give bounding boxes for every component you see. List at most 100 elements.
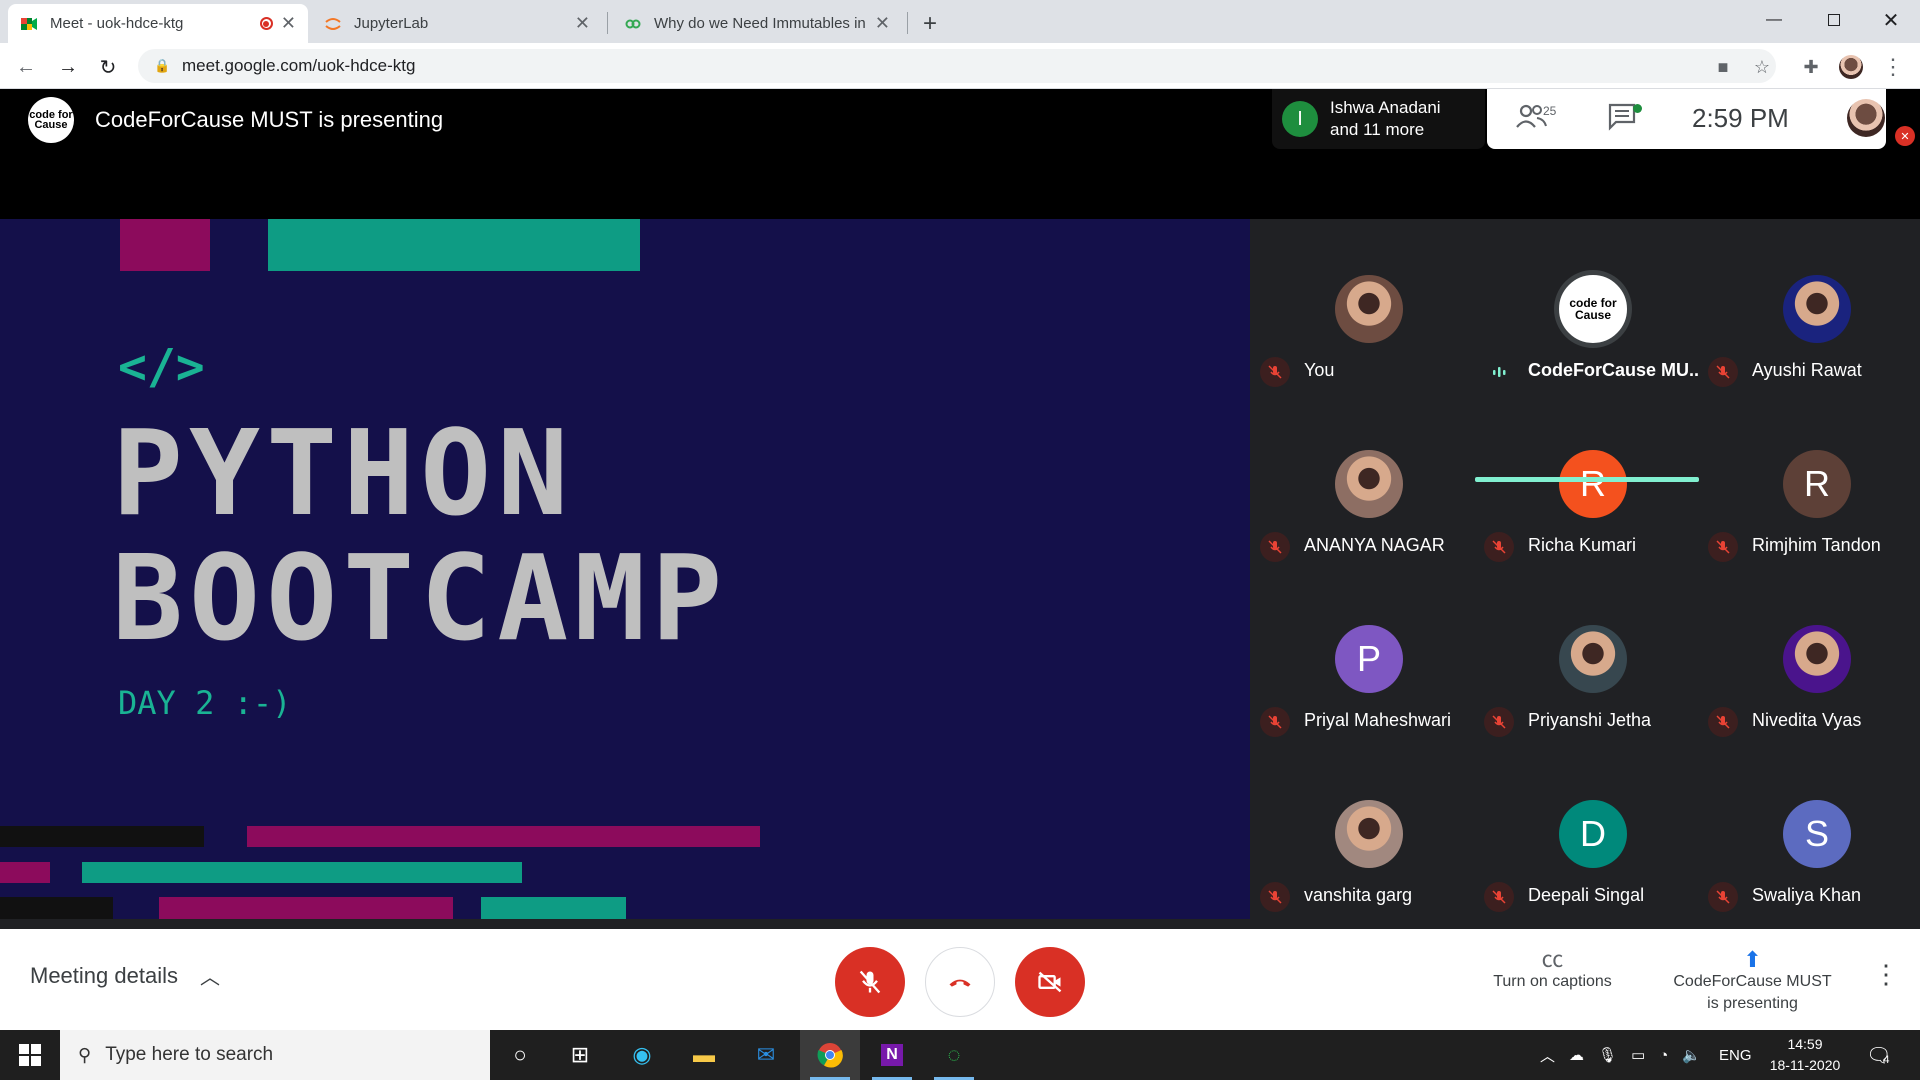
camera-toggle-button[interactable] xyxy=(1015,947,1085,1017)
star-icon[interactable]: ☆ xyxy=(1749,54,1775,80)
slide-subtitle: DAY 2 :-) xyxy=(118,684,292,722)
presenter-text: CodeForCause MUST is presenting xyxy=(95,107,444,132)
participant-tile[interactable]: P Priyal Maheshwari xyxy=(1252,569,1476,744)
notifications-icon[interactable]: 🗨 4 xyxy=(1866,1030,1891,1080)
volume-icon[interactable]: 🔈 xyxy=(1682,1046,1701,1064)
chevron-up-icon[interactable]: ︿ xyxy=(1540,1045,1555,1066)
url-text: meet.google.com/uok-hdce-ktg xyxy=(182,56,416,75)
avatar xyxy=(1335,800,1403,868)
close-icon[interactable]: ✕ xyxy=(281,13,296,34)
app-loading-icon[interactable]: ◌ xyxy=(924,1030,984,1080)
summary-line1: Ishwa Anadani xyxy=(1330,98,1441,117)
meeting-time: 2:59 PM xyxy=(1692,103,1789,133)
forward-button[interactable]: → xyxy=(54,53,82,81)
mic-off-icon xyxy=(859,970,881,994)
participant-tile[interactable]: Nivedita Vyas xyxy=(1700,569,1920,744)
microphone-icon[interactable]: 🎙 xyxy=(1598,1046,1617,1064)
onenote-icon[interactable]: N xyxy=(862,1030,922,1080)
windows-start-icon[interactable] xyxy=(0,1030,60,1080)
participant-count: 25 xyxy=(1543,104,1557,118)
slide-decoration xyxy=(120,219,210,271)
avatar: I xyxy=(1282,101,1318,137)
cortana-icon[interactable]: ○ xyxy=(490,1030,550,1080)
participant-tile[interactable]: D Deepali Singal xyxy=(1476,744,1700,919)
close-window-button[interactable]: ✕ xyxy=(1862,0,1920,40)
avatar: S xyxy=(1783,800,1851,868)
task-view-icon[interactable]: ⊞ xyxy=(550,1030,610,1080)
leave-call-button[interactable] xyxy=(925,947,995,1017)
battery-icon[interactable]: ▭ xyxy=(1631,1046,1645,1064)
taskbar-clock[interactable]: 14:59 18-11-2020 xyxy=(1760,1034,1850,1076)
close-icon: ✕ xyxy=(1882,9,1900,32)
language-indicator[interactable]: ENG xyxy=(1719,1047,1752,1064)
participants-summary[interactable]: I Ishwa Anadani and 11 more xyxy=(1272,89,1485,149)
close-icon[interactable]: ✕ xyxy=(575,13,590,34)
close-icon[interactable]: ✕ xyxy=(875,13,890,34)
chevron-up-icon[interactable]: ︿ xyxy=(200,961,220,990)
mail-icon[interactable]: ✉ xyxy=(736,1030,796,1080)
browser-toolbar: ← → ↻ 🔒 meet.google.com/uok-hdce-ktg ■ ☆… xyxy=(0,43,1920,89)
presentation-slide: </> PYTHON BOOTCAMP DAY 2 :-) xyxy=(0,219,1250,919)
avatar: R xyxy=(1559,450,1627,518)
avatar xyxy=(1783,625,1851,693)
participant-tile[interactable]: R Rimjhim Tandon xyxy=(1700,394,1920,569)
participant-name: You xyxy=(1304,360,1335,380)
participant-tile[interactable]: Priyanshi Jetha xyxy=(1476,569,1700,744)
participant-tile[interactable]: S Swaliya Khan xyxy=(1700,744,1920,919)
participant-name: vanshita garg xyxy=(1304,885,1413,905)
presenting-button[interactable]: ⬆ CodeForCause MUST is presenting xyxy=(1660,949,1845,1015)
tab-immutables[interactable]: Why do we Need Immutables in ✕ xyxy=(612,4,902,43)
avatar xyxy=(1335,275,1403,343)
edge-icon[interactable]: ◉ xyxy=(612,1030,672,1080)
minimize-button[interactable]: — xyxy=(1745,0,1803,40)
address-bar[interactable]: 🔒 meet.google.com/uok-hdce-ktg xyxy=(138,49,1776,83)
presenting-label-line1: CodeForCause MUST xyxy=(1673,973,1832,990)
tab-separator xyxy=(907,12,908,34)
participant-tile[interactable]: ANANYA NAGAR xyxy=(1252,394,1476,569)
slide-decoration xyxy=(0,862,50,883)
hang-up-icon xyxy=(949,979,971,987)
mic-off-icon: ✕ xyxy=(1895,126,1915,146)
participant-tile[interactable]: code for Cause CodeForCause MU... xyxy=(1476,219,1700,394)
participant-tile[interactable]: Ayushi Rawat xyxy=(1700,219,1920,394)
participant-tile[interactable]: You xyxy=(1252,219,1476,394)
back-button[interactable]: ← xyxy=(12,53,40,81)
more-options-icon[interactable]: ⋮ xyxy=(1873,959,1899,990)
slide-decoration xyxy=(0,897,113,919)
meeting-details-button[interactable]: Meeting details xyxy=(30,963,178,989)
you-label: You xyxy=(1817,129,1839,144)
participant-name: ANANYA NAGAR xyxy=(1304,535,1445,555)
extensions-icon[interactable]: ✚ xyxy=(1798,54,1824,80)
new-tab-button[interactable]: + xyxy=(915,4,955,43)
participant-tile[interactable]: vanshita garg xyxy=(1252,744,1476,919)
mic-off-icon xyxy=(1260,532,1290,562)
search-icon: ⚲ xyxy=(78,1044,92,1065)
wifi-icon[interactable]: ◔ xyxy=(1659,1047,1668,1064)
cloud-icon[interactable]: ☁ xyxy=(1569,1046,1584,1064)
captions-button[interactable]: ㏄ Turn on captions xyxy=(1480,949,1625,993)
mic-toggle-button[interactable] xyxy=(835,947,905,1017)
camera-icon[interactable]: ■ xyxy=(1710,54,1736,80)
tab-title: JupyterLab xyxy=(354,15,429,32)
tab-meet[interactable]: Meet - uok-hdce-ktg ✕ xyxy=(8,4,308,43)
profile-avatar[interactable] xyxy=(1838,54,1864,80)
mic-off-icon xyxy=(1708,882,1738,912)
avatar xyxy=(1783,275,1851,343)
self-avatar[interactable] xyxy=(1847,99,1885,137)
restore-button[interactable] xyxy=(1805,0,1863,40)
slide-decoration xyxy=(247,826,760,847)
menu-dots-icon[interactable]: ⋮ xyxy=(1880,54,1906,80)
tab-jupyterlab[interactable]: JupyterLab ✕ xyxy=(312,4,602,43)
participant-name: Richa Kumari xyxy=(1528,535,1637,555)
mic-off-icon xyxy=(1484,707,1514,737)
participant-name: Ayushi Rawat xyxy=(1752,360,1862,380)
chrome-icon[interactable] xyxy=(800,1030,860,1080)
taskbar-search[interactable]: ⚲ Type here to search xyxy=(60,1030,490,1080)
browser-tab-strip: Meet - uok-hdce-ktg ✕ JupyterLab ✕ Why d… xyxy=(0,0,1920,43)
google-meet-icon xyxy=(21,17,37,30)
file-explorer-icon[interactable]: ▬ xyxy=(674,1030,734,1080)
code-icon: </> xyxy=(118,339,205,395)
mic-off-icon xyxy=(1260,707,1290,737)
clock-time: 14:59 xyxy=(1787,1036,1823,1052)
reload-button[interactable]: ↻ xyxy=(94,53,122,81)
